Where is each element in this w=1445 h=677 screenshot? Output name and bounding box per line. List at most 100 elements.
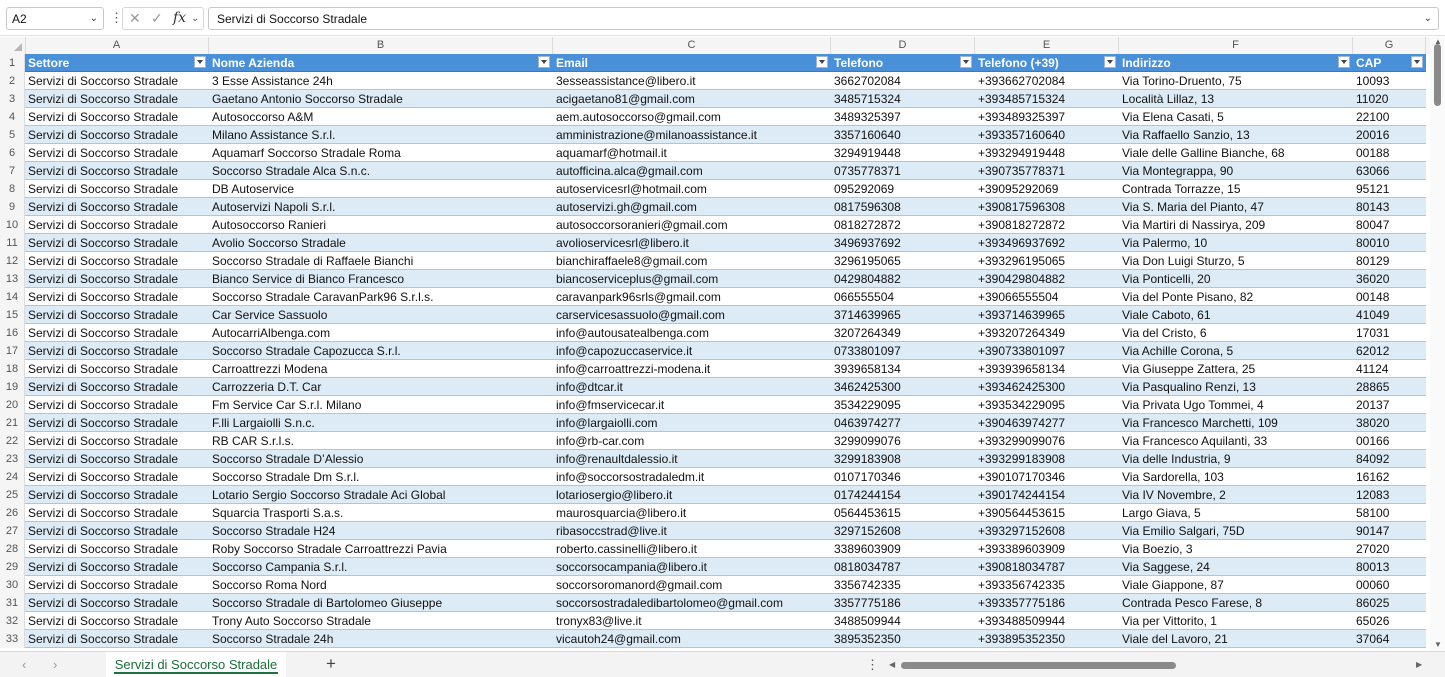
cell-email[interactable]: acigaetano81@gmail.com [553, 90, 831, 108]
cell-telefono-39[interactable]: +393534229095 [975, 396, 1119, 414]
cell-nome-azienda[interactable]: F.lli Largaiolli S.n.c. [209, 414, 553, 432]
cell-cap[interactable]: 37064 [1353, 630, 1426, 648]
cell-nome-azienda[interactable]: Autosoccorso Ranieri [209, 216, 553, 234]
cell-email[interactable]: amministrazione@milanoassistance.it [553, 126, 831, 144]
cell-cap[interactable]: 27020 [1353, 540, 1426, 558]
cell-telefono-39[interactable]: +393356742335 [975, 576, 1119, 594]
cell-telefono[interactable]: 3357775186 [831, 594, 975, 612]
cell-email[interactable]: roberto.cassinelli@libero.it [553, 540, 831, 558]
row-number[interactable]: 10 [0, 216, 25, 234]
cell-settore[interactable]: Servizi di Soccorso Stradale [25, 522, 209, 540]
cell-email[interactable]: info@carroattrezzi-modena.it [553, 360, 831, 378]
column-header-d[interactable]: D [831, 37, 975, 54]
cell-email[interactable]: soccorsostradaledibartolomeo@gmail.com [553, 594, 831, 612]
cell-settore[interactable]: Servizi di Soccorso Stradale [25, 414, 209, 432]
cell-telefono[interactable]: 0818272872 [831, 216, 975, 234]
cell-settore[interactable]: Servizi di Soccorso Stradale [25, 360, 209, 378]
cell-telefono[interactable]: 3357160640 [831, 126, 975, 144]
cell-telefono[interactable]: 3294919448 [831, 144, 975, 162]
row-number[interactable]: 14 [0, 288, 25, 306]
cell-nome-azienda[interactable]: Lotario Sergio Soccorso Stradale Aci Glo… [209, 486, 553, 504]
row-number[interactable]: 16 [0, 324, 25, 342]
vertical-scrollbar[interactable]: ▲ ▼ [1430, 37, 1445, 651]
cell-email[interactable]: soccorsoromanord@gmail.com [553, 576, 831, 594]
filter-dropdown-icon[interactable] [1411, 56, 1423, 68]
cell-cap[interactable]: 20016 [1353, 126, 1426, 144]
column-header-e[interactable]: E [975, 37, 1119, 54]
cell-settore[interactable]: Servizi di Soccorso Stradale [25, 378, 209, 396]
cell-nome-azienda[interactable]: Soccorso Stradale CaravanPark96 S.r.l.s. [209, 288, 553, 306]
cell-settore[interactable]: Servizi di Soccorso Stradale [25, 216, 209, 234]
cell-nome-azienda[interactable]: AutocarriAlbenga.com [209, 324, 553, 342]
cell-settore[interactable]: Servizi di Soccorso Stradale [25, 306, 209, 324]
cell-settore[interactable]: Servizi di Soccorso Stradale [25, 198, 209, 216]
cell-telefono-39[interactable]: +390818034787 [975, 558, 1119, 576]
cell-settore[interactable]: Servizi di Soccorso Stradale [25, 432, 209, 450]
row-number[interactable]: 24 [0, 468, 25, 486]
filter-dropdown-icon[interactable] [194, 56, 206, 68]
cell-indirizzo[interactable]: Contrada Pesco Farese, 8 [1119, 594, 1353, 612]
cell-email[interactable]: info@largaiolli.com [553, 414, 831, 432]
prev-sheet-icon[interactable]: ‹ [22, 657, 26, 672]
cell-telefono[interactable]: 3207264349 [831, 324, 975, 342]
cell-cap[interactable]: 80013 [1353, 558, 1426, 576]
cell-telefono[interactable]: 0733801097 [831, 342, 975, 360]
cell-indirizzo[interactable]: Località Lillaz, 13 [1119, 90, 1353, 108]
cell-telefono-39[interactable]: +390735778371 [975, 162, 1119, 180]
cell-email[interactable]: bianchiraffaele8@gmail.com [553, 252, 831, 270]
cell-cap[interactable]: 00148 [1353, 288, 1426, 306]
cell-indirizzo[interactable]: Via Francesco Marchetti, 109 [1119, 414, 1353, 432]
row-number[interactable]: 5 [0, 126, 25, 144]
cell-email[interactable]: autoservicesrl@hotmail.com [553, 180, 831, 198]
cell-cap[interactable]: 38020 [1353, 414, 1426, 432]
row-number[interactable]: 28 [0, 540, 25, 558]
check-icon[interactable]: ✓ [151, 10, 163, 27]
cell-email[interactable]: info@autousatealbenga.com [553, 324, 831, 342]
header-cell-cap[interactable]: CAP [1353, 54, 1426, 72]
cell-nome-azienda[interactable]: RB CAR S.r.l.s. [209, 432, 553, 450]
cell-cap[interactable]: 65026 [1353, 612, 1426, 630]
cell-email[interactable]: aquamarf@hotmail.it [553, 144, 831, 162]
chevron-down-icon[interactable]: ⌄ [191, 13, 199, 24]
header-cell-nome-azienda[interactable]: Nome Azienda [209, 54, 553, 72]
cell-nome-azienda[interactable]: Soccorso Stradale 24h [209, 630, 553, 648]
cell-email[interactable]: info@renaultdalessio.it [553, 450, 831, 468]
scroll-left-icon[interactable]: ◀ [889, 660, 895, 669]
cell-nome-azienda[interactable]: DB Autoservice [209, 180, 553, 198]
cell-indirizzo[interactable]: Viale Giappone, 87 [1119, 576, 1353, 594]
cell-settore[interactable]: Servizi di Soccorso Stradale [25, 234, 209, 252]
cell-nome-azienda[interactable]: Soccorso Stradale H24 [209, 522, 553, 540]
cell-nome-azienda[interactable]: Trony Auto Soccorso Stradale [209, 612, 553, 630]
cell-email[interactable]: caravanpark96srls@gmail.com [553, 288, 831, 306]
cell-telefono[interactable]: 3296195065 [831, 252, 975, 270]
cell-cap[interactable]: 11020 [1353, 90, 1426, 108]
row-number[interactable]: 12 [0, 252, 25, 270]
row-number[interactable]: 22 [0, 432, 25, 450]
cell-settore[interactable]: Servizi di Soccorso Stradale [25, 396, 209, 414]
cell-telefono-39[interactable]: +390818272872 [975, 216, 1119, 234]
column-header-a[interactable]: A [25, 37, 209, 54]
cell-email[interactable]: lotariosergio@libero.it [553, 486, 831, 504]
cell-indirizzo[interactable]: Largo Giava, 5 [1119, 504, 1353, 522]
cell-telefono[interactable]: 0174244154 [831, 486, 975, 504]
row-number[interactable]: 21 [0, 414, 25, 432]
chevron-down-icon[interactable]: ⌄ [1424, 13, 1432, 24]
more-options-icon[interactable]: ⋮ [866, 657, 879, 673]
header-cell-settore[interactable]: Settore [25, 54, 209, 72]
cell-email[interactable]: autofficina.alca@gmail.com [553, 162, 831, 180]
cell-telefono-39[interactable]: +393488509944 [975, 612, 1119, 630]
cell-cap[interactable]: 00166 [1353, 432, 1426, 450]
column-header-b[interactable]: B [209, 37, 553, 54]
cell-nome-azienda[interactable]: Soccorso Campania S.r.l. [209, 558, 553, 576]
cell-telefono[interactable]: 3895352350 [831, 630, 975, 648]
cell-telefono-39[interactable]: +393357160640 [975, 126, 1119, 144]
cell-indirizzo[interactable]: Via Raffaello Sanzio, 13 [1119, 126, 1353, 144]
cell-cap[interactable]: 10093 [1353, 72, 1426, 90]
filter-dropdown-icon[interactable] [816, 56, 828, 68]
cell-nome-azienda[interactable]: Car Service Sassuolo [209, 306, 553, 324]
cell-indirizzo[interactable]: Contrada Torrazze, 15 [1119, 180, 1353, 198]
cell-email[interactable]: 3esseassistance@libero.it [553, 72, 831, 90]
row-number[interactable]: 33 [0, 630, 25, 648]
cell-telefono-39[interactable]: +39095292069 [975, 180, 1119, 198]
cell-telefono[interactable]: 3299099076 [831, 432, 975, 450]
